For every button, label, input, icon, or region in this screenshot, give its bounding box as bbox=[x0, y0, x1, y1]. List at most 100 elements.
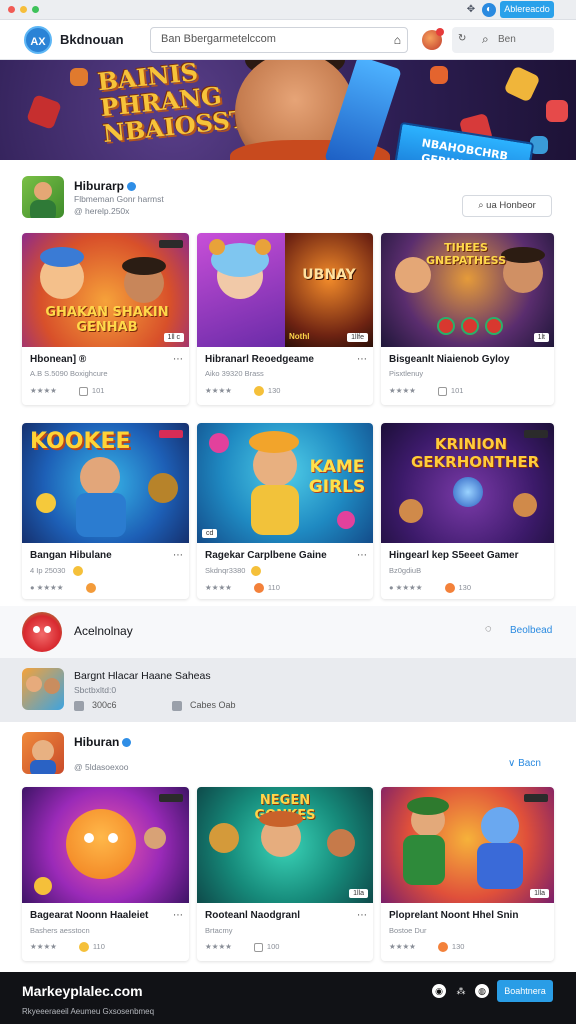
thumbnail-badge bbox=[159, 240, 183, 248]
stat-value: 101 bbox=[450, 386, 464, 395]
channel-link[interactable]: Beolbead bbox=[510, 625, 552, 636]
search-input[interactable] bbox=[161, 33, 381, 45]
game-thumbnail[interactable]: KOOKEE bbox=[22, 423, 189, 543]
more-options-icon[interactable]: ⋯ bbox=[173, 354, 183, 365]
featured-stat-2: Cabes Oab bbox=[172, 700, 236, 711]
game-title[interactable]: Hibranarl Reoedgeame bbox=[205, 354, 314, 365]
minimize-window-dot[interactable] bbox=[20, 6, 27, 13]
window-titlebar: ✥ ◐ Ablereacdo bbox=[0, 0, 576, 20]
footer-brand[interactable]: Markeyplalec.com bbox=[22, 983, 143, 999]
game-title[interactable]: Hbonean] ® bbox=[30, 354, 86, 365]
hero-banner[interactable]: BAINIS PHRANG NBAIOSST NBAHOBCHRB GEBINE… bbox=[0, 60, 576, 160]
game-title[interactable]: Ploprelant Noont Hhel Snin bbox=[389, 910, 518, 921]
game-meta: Aiko 39320 Brass bbox=[205, 369, 264, 378]
site-brand[interactable]: Bkdnouan bbox=[60, 32, 124, 47]
emoji-icon bbox=[253, 583, 264, 594]
secondary-search[interactable]: ↻ ⌕ Ben bbox=[452, 27, 554, 53]
comment-icon bbox=[78, 386, 88, 396]
game-thumbnail[interactable] bbox=[22, 787, 189, 903]
channel-avatar[interactable] bbox=[22, 612, 62, 652]
game-title[interactable]: Hingearl kep S5eeet Gamer bbox=[389, 550, 519, 561]
thumbnail-badge bbox=[159, 430, 183, 438]
game-title[interactable]: Bisgeanlt Niaienob Gyloy bbox=[389, 354, 510, 365]
game-card[interactable]: KAME GIRLS cd Ragekar Carplbene Gaine ⋯ … bbox=[197, 423, 373, 599]
site-header: AX Bkdnouan ⌂ ↻ ⌕ Ben bbox=[0, 20, 576, 60]
chat-icon[interactable]: ◌ bbox=[485, 623, 492, 635]
search-bar[interactable]: ⌂ bbox=[150, 27, 408, 53]
game-card[interactable]: 1lla Ploprelant Noont Hhel Snin Bostoe D… bbox=[381, 787, 554, 961]
section-3-link[interactable]: ∨ Bacn bbox=[508, 758, 541, 769]
game-card[interactable]: KOOKEE Bangan Hibulane ⋯ 4 Ip 25030 ● ★★… bbox=[22, 423, 189, 599]
game-meta: Bashers aesstocn bbox=[30, 926, 90, 935]
section-1-title-wrap[interactable]: Hiburarp bbox=[74, 179, 137, 193]
stat-value: 130 bbox=[458, 583, 472, 592]
featured-title[interactable]: Bargnt Hlacar Haane Saheas bbox=[74, 670, 211, 682]
game-thumbnail[interactable]: KAME GIRLS cd bbox=[197, 423, 373, 543]
site-footer: Markeyplalec.com Rkyeeeraeeil Aeumeu Gxs… bbox=[0, 972, 576, 1024]
verified-icon bbox=[127, 182, 137, 192]
game-card[interactable]: KRINION GEKRHONTHER Hingearl kep S5eeet … bbox=[381, 423, 554, 599]
emoji-icon bbox=[251, 566, 262, 577]
profile-icon[interactable]: ◐ bbox=[482, 3, 496, 17]
game-thumbnail[interactable]: TIHEES GNEPATHESS 1lt bbox=[381, 233, 554, 347]
more-options-icon[interactable]: ⋯ bbox=[173, 910, 183, 921]
section-3-sub: @ 5ldasoexoo bbox=[74, 762, 129, 772]
game-card[interactable]: UBNAY 1llfe Nothl Hibranarl Reoedgeame ⋯… bbox=[197, 233, 373, 405]
game-thumbnail[interactable]: 1lla bbox=[381, 787, 554, 903]
game-meta: Bostoe Dur bbox=[389, 926, 427, 935]
extensions-icon[interactable]: ✥ bbox=[464, 3, 478, 17]
section-3-link-label: Bacn bbox=[518, 758, 541, 769]
game-thumbnail[interactable]: NEGEN GONKES 1lla bbox=[197, 787, 373, 903]
game-card[interactable]: NEGEN GONKES 1lla Rooteanl Naodgranl ⋯ B… bbox=[197, 787, 373, 961]
game-card[interactable]: Bagearat Noonn Haaleiet ⋯ Bashers aessto… bbox=[22, 787, 189, 961]
game-title[interactable]: Rooteanl Naodgranl bbox=[205, 910, 300, 921]
game-thumbnail[interactable]: UBNAY 1llfe Nothl bbox=[197, 233, 373, 347]
game-stats: ★★★★ 110 bbox=[30, 942, 105, 953]
game-title[interactable]: Ragekar Carplbene Gaine bbox=[205, 550, 327, 561]
site-logo[interactable]: AX bbox=[24, 26, 52, 54]
game-thumbnail[interactable]: KRINION GEKRHONTHER bbox=[381, 423, 554, 543]
home-icon[interactable]: ⌂ bbox=[394, 33, 401, 47]
section-1-avatar[interactable] bbox=[22, 176, 64, 218]
more-options-icon[interactable]: ⋯ bbox=[357, 550, 367, 561]
refresh-icon[interactable]: ↻ bbox=[458, 33, 466, 44]
stat-value: 130 bbox=[267, 386, 281, 395]
thumbnail-tag: 1llfe bbox=[347, 333, 368, 342]
footer-cta-button[interactable]: Boahtnera bbox=[497, 980, 553, 1002]
dice-decoration bbox=[503, 65, 541, 103]
bookmark-icon bbox=[172, 700, 182, 711]
section-3-avatar[interactable] bbox=[22, 732, 64, 774]
game-thumbnail[interactable]: GHAKAN SHAKIN GENHAB 1ll c bbox=[22, 233, 189, 347]
featured-stat-1: 300c6 bbox=[74, 700, 117, 711]
game-stats: ★★★★ 130 bbox=[389, 942, 465, 953]
game-meta-wrap: 4 Ip 25030 bbox=[30, 566, 87, 577]
featured-avatar[interactable] bbox=[22, 668, 64, 710]
stat-value: 110 bbox=[267, 583, 280, 592]
more-options-icon[interactable]: ⋯ bbox=[357, 354, 367, 365]
game-card[interactable]: GHAKAN SHAKIN GENHAB 1ll c Hbonean] ® ⋯ … bbox=[22, 233, 189, 405]
share-icon[interactable]: ◉ bbox=[432, 984, 446, 998]
channel-title[interactable]: Acelnolnay bbox=[74, 624, 133, 638]
game-stats: ★★★★ 130 bbox=[205, 386, 281, 397]
game-title[interactable]: Bagearat Noonn Haaleiet bbox=[30, 910, 148, 921]
verified-icon bbox=[122, 738, 132, 748]
thumbnail-text: KAME GIRLS bbox=[308, 457, 366, 497]
game-title[interactable]: Bangan Hibulane bbox=[30, 550, 112, 561]
stat-value: 110 bbox=[92, 942, 105, 951]
thumbnail-badge bbox=[159, 794, 183, 802]
more-options-icon[interactable]: ⋯ bbox=[173, 550, 183, 561]
emoji-icon bbox=[85, 583, 96, 594]
section-3-title: Hiburan bbox=[74, 735, 120, 749]
gamepad-icon[interactable]: ⁂ bbox=[454, 984, 468, 998]
section-1-action-button[interactable]: ⌕ ua Honbeor bbox=[462, 195, 552, 217]
maximize-window-dot[interactable] bbox=[32, 6, 39, 13]
close-window-dot[interactable] bbox=[8, 6, 15, 13]
window-action-button[interactable]: Ablereacdo bbox=[500, 1, 554, 18]
more-options-icon[interactable]: ⋯ bbox=[357, 910, 367, 921]
settings-icon[interactable]: ◍ bbox=[475, 984, 489, 998]
thumbnail-badge bbox=[524, 794, 548, 802]
game-card[interactable]: TIHEES GNEPATHESS 1lt Bisgeanlt Niaienob… bbox=[381, 233, 554, 405]
section-3-title-wrap[interactable]: Hiburan bbox=[74, 735, 132, 749]
dice-decoration bbox=[430, 66, 448, 84]
dice-decoration bbox=[546, 100, 568, 122]
